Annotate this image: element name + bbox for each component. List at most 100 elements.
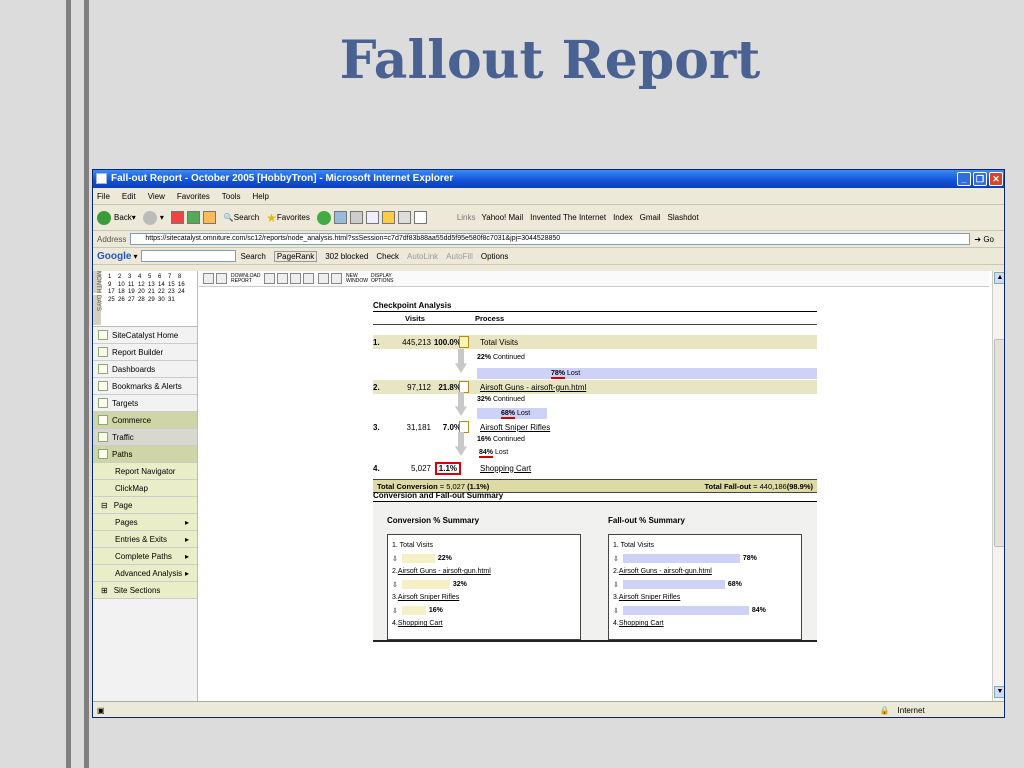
scroll-down-icon[interactable]: ▼ (994, 686, 1004, 698)
step-link[interactable]: Airsoft Guns - airsoft-gun.html (480, 383, 586, 392)
menu-favorites[interactable]: Favorites (177, 192, 210, 201)
go-button[interactable]: ➔ Go (974, 235, 994, 244)
sidebar-item-complete-paths[interactable]: Complete Paths ▸ (93, 548, 197, 565)
csv-icon[interactable] (303, 273, 314, 284)
autofill-button[interactable]: AutoFill (446, 252, 473, 261)
calendar-day[interactable]: 2 (118, 274, 128, 282)
sidebar-item-dashboards[interactable]: Dashboards (93, 361, 197, 378)
calendar-day[interactable]: 1 (108, 274, 118, 282)
google-search-button[interactable]: Search (240, 252, 265, 261)
calendar-day[interactable]: 12 (138, 282, 148, 290)
calendar-day[interactable]: 16 (178, 282, 188, 290)
calendar-day[interactable]: 14 (158, 282, 168, 290)
google-search-input[interactable] (141, 250, 237, 262)
sidebar-item-paths[interactable]: Paths (93, 446, 197, 463)
stop-icon[interactable] (170, 211, 184, 224)
messenger-icon[interactable] (397, 211, 411, 224)
research-icon[interactable] (413, 211, 427, 224)
help-icon[interactable] (203, 273, 214, 284)
google-logo[interactable]: Google (97, 251, 131, 262)
calendar-days[interactable]: 1 2 3 4 5 6 7 8 9 10 11 12 13 14 15 16 17 18 19 20 21 22 23 24 2… (108, 274, 190, 304)
sidebar-item-commerce[interactable]: Commerce (93, 412, 197, 429)
sidebar-item-site-sections[interactable]: ⊞ Site Sections (93, 582, 197, 599)
calendar-day[interactable]: 17 (108, 289, 118, 297)
bookmark-icon[interactable] (318, 273, 329, 284)
calendar-day[interactable]: 23 (168, 289, 178, 297)
email-icon[interactable] (331, 273, 342, 284)
step-link[interactable]: Airsoft Sniper Rifles (480, 423, 550, 432)
sidebar-item-advanced-analysis[interactable]: Advanced Analysis ▸ (93, 565, 197, 582)
calendar-day[interactable]: 15 (168, 282, 178, 290)
display-options-button[interactable]: DISPLAY OPTIONS (371, 273, 397, 284)
minimize-icon[interactable]: _ (957, 172, 971, 186)
calendar-day[interactable]: 22 (158, 289, 168, 297)
new-window-button[interactable]: NEW WINDOW (346, 273, 368, 284)
sidebar-item-bookmarks[interactable]: Bookmarks & Alerts (93, 378, 197, 395)
sidebar-item-clickmap[interactable]: ClickMap (93, 480, 197, 497)
sidebar-item-targets[interactable]: Targets (93, 395, 197, 412)
print-icon[interactable] (349, 211, 363, 224)
forward-button[interactable]: ▾ (142, 210, 164, 225)
calendar-day[interactable]: 29 (148, 297, 158, 305)
print-icon[interactable] (216, 273, 227, 284)
sidebar-item-traffic[interactable]: Traffic (93, 429, 197, 446)
sidebar-item-entries-exits[interactable]: Entries & Exits ▸ (93, 531, 197, 548)
calendar-day[interactable]: 10 (118, 282, 128, 290)
calendar-day[interactable]: 4 (138, 274, 148, 282)
scroll-up-icon[interactable]: ▲ (994, 272, 1004, 284)
edit-icon[interactable] (365, 211, 379, 224)
sidebar-item-pages[interactable]: Pages ▸ (93, 514, 197, 531)
download-report-button[interactable]: DOWNLOAD REPORT (231, 273, 261, 284)
excel-icon[interactable] (264, 273, 275, 284)
spell-check-button[interactable]: Check (376, 252, 399, 261)
link-gmail[interactable]: Gmail (640, 213, 661, 222)
calendar-day[interactable]: 24 (178, 289, 188, 297)
calendar-day[interactable]: 3 (128, 274, 138, 282)
calendar-day[interactable]: 18 (118, 289, 128, 297)
calendar-day[interactable]: 25 (108, 297, 118, 305)
step-link[interactable]: Shopping Cart (480, 464, 531, 473)
calendar-day[interactable]: 26 (118, 297, 128, 305)
vertical-scrollbar[interactable]: ▲ ▼ (992, 271, 1004, 701)
sidebar-item-report-builder[interactable]: Report Builder (93, 344, 197, 361)
restore-icon[interactable]: ❐ (973, 172, 987, 186)
menu-view[interactable]: View (148, 192, 165, 201)
calendar-day[interactable]: 19 (128, 289, 138, 297)
folder-icon[interactable] (381, 211, 395, 224)
calendar-day[interactable]: 6 (158, 274, 168, 282)
sidebar-item-page[interactable]: ⊟ Page (93, 497, 197, 514)
favorites-button[interactable]: ★ Favorites (266, 211, 310, 225)
address-input[interactable]: https://sitecatalyst.omniture.com/sc12/r… (130, 233, 971, 245)
link-invented-internet[interactable]: Invented The Internet (530, 213, 606, 222)
link-index[interactable]: Index (613, 213, 633, 222)
home-icon[interactable] (202, 211, 216, 224)
menu-help[interactable]: Help (252, 192, 268, 201)
calendar-day[interactable]: 8 (178, 274, 188, 282)
popup-blocked[interactable]: 302 blocked (325, 252, 368, 261)
calendar-day[interactable]: 30 (158, 297, 168, 305)
calendar-day[interactable]: 13 (148, 282, 158, 290)
link-yahoo-mail[interactable]: Yahoo! Mail (482, 213, 524, 222)
calendar-day[interactable]: 7 (168, 274, 178, 282)
refresh-icon[interactable] (186, 211, 200, 224)
calendar-day[interactable]: 5 (148, 274, 158, 282)
word-icon[interactable] (290, 273, 301, 284)
mail-icon[interactable] (333, 211, 347, 224)
pdf-icon[interactable] (277, 273, 288, 284)
autolink-button[interactable]: AutoLink (407, 252, 438, 261)
back-button[interactable]: Back ▾ (97, 210, 136, 225)
menu-tools[interactable]: Tools (222, 192, 241, 201)
calendar-day[interactable]: 9 (108, 282, 118, 290)
calendar-day[interactable]: 11 (128, 282, 138, 290)
options-button[interactable]: Options (481, 252, 509, 261)
calendar-day[interactable]: 20 (138, 289, 148, 297)
close-icon[interactable]: ✕ (989, 172, 1003, 186)
sidebar-item-sitecatalyst-home[interactable]: SiteCatalyst Home (93, 327, 197, 344)
search-button[interactable]: 🔍 Search (224, 213, 259, 222)
calendar-day[interactable]: 28 (138, 297, 148, 305)
sidebar-item-report-navigator[interactable]: Report Navigator (93, 463, 197, 480)
history-icon[interactable] (316, 210, 331, 225)
menu-edit[interactable]: Edit (122, 192, 136, 201)
calendar-day[interactable]: 21 (148, 289, 158, 297)
scroll-thumb[interactable] (994, 339, 1004, 547)
